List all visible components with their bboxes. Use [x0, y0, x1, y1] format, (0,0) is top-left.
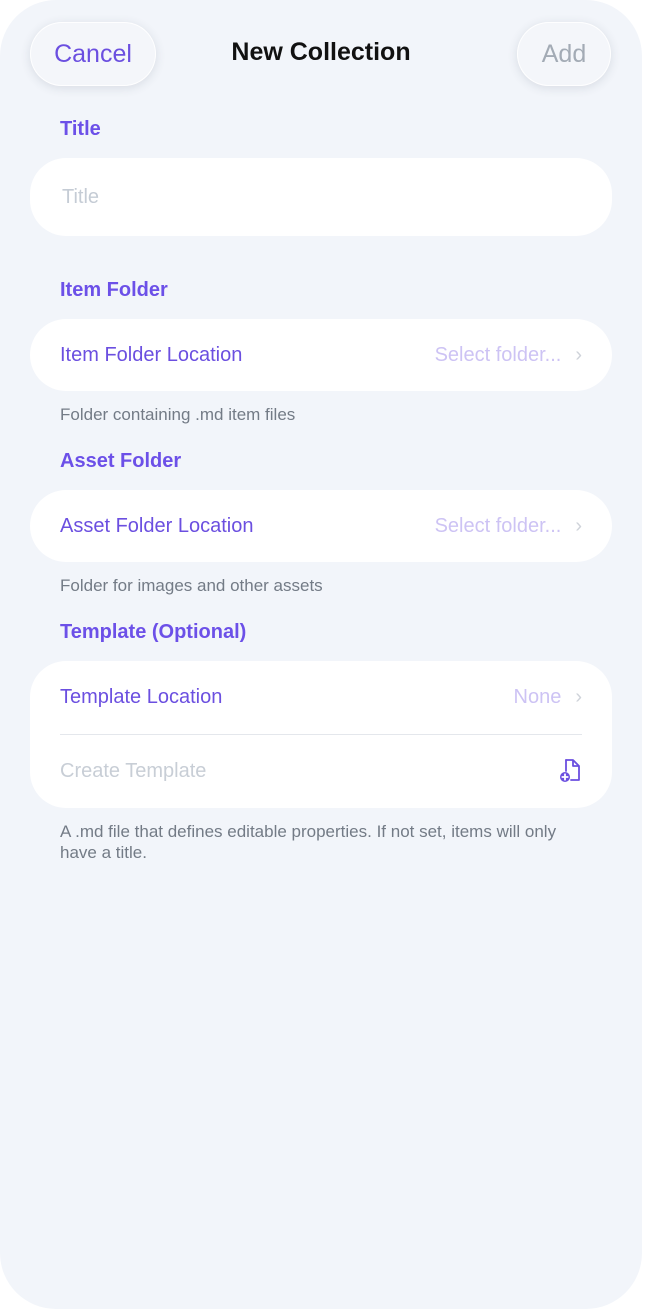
template-card: Template Location None › Create Template	[30, 661, 612, 808]
asset-folder-location-label: Asset Folder Location	[60, 514, 254, 537]
template-footer: A .md file that defines editable propert…	[60, 822, 557, 862]
chevron-right-icon: ›	[575, 514, 582, 537]
item-folder-section-header: Item Folder	[60, 279, 168, 301]
asset-folder-footer: Folder for images and other assets	[60, 576, 323, 595]
asset-folder-location-row[interactable]: Asset Folder Location Select folder... ›	[30, 490, 612, 562]
chevron-right-icon: ›	[575, 686, 582, 708]
template-section-header: Template (Optional)	[60, 621, 247, 643]
document-plus-icon	[558, 758, 582, 784]
create-template-row[interactable]: Create Template	[30, 734, 612, 808]
template-location-label: Template Location	[60, 686, 223, 708]
title-card	[30, 158, 612, 236]
item-folder-card: Item Folder Location Select folder... ›	[30, 319, 612, 391]
asset-folder-card: Asset Folder Location Select folder... ›	[30, 490, 612, 562]
title-section-header: Title	[60, 118, 101, 140]
title-input[interactable]	[60, 184, 582, 210]
item-folder-location-row[interactable]: Item Folder Location Select folder... ›	[30, 319, 612, 391]
create-template-label: Create Template	[60, 759, 207, 782]
template-location-value: None	[513, 686, 562, 708]
template-location-row[interactable]: Template Location None ›	[30, 661, 612, 734]
item-folder-location-label: Item Folder Location	[60, 343, 243, 366]
new-collection-sheet: Cancel New Collection Add Title Item Fol…	[0, 0, 642, 1309]
asset-folder-section-header: Asset Folder	[60, 450, 182, 472]
asset-folder-location-value: Select folder...	[434, 514, 562, 537]
chevron-right-icon: ›	[575, 343, 582, 366]
item-folder-location-value: Select folder...	[434, 343, 562, 366]
item-folder-footer: Folder containing .md item files	[60, 405, 296, 424]
add-button[interactable]: Add	[517, 22, 611, 86]
title-row	[30, 158, 612, 236]
